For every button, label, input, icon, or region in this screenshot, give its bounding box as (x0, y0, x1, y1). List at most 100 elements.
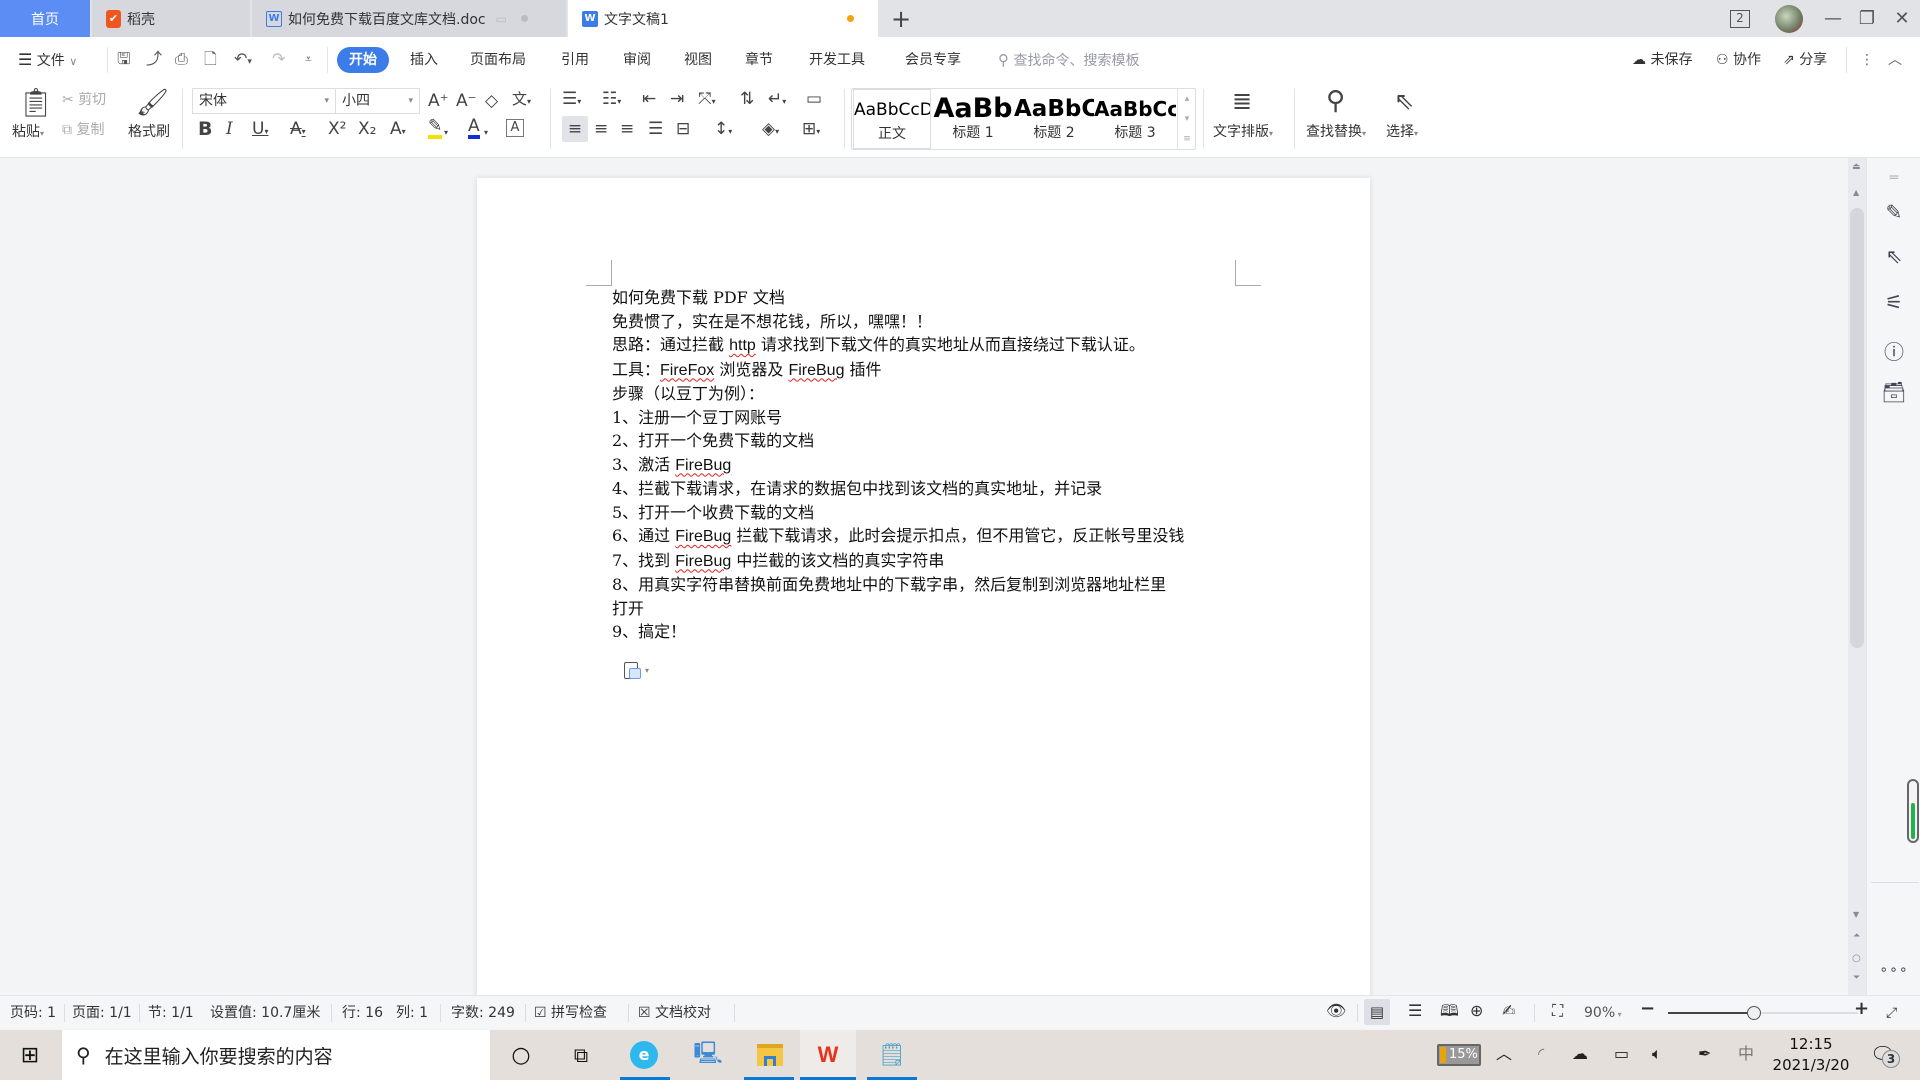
menu-member[interactable]: 会员专享 (905, 47, 961, 73)
font-color-icon[interactable]: A (468, 117, 480, 139)
style-heading-2[interactable]: AaBbC 标题 2 (1014, 89, 1094, 149)
ime-indicator[interactable]: 中 (1738, 1044, 1754, 1064)
misspelled-word[interactable]: FireBug (675, 528, 731, 545)
file-menu[interactable]: ☰ 文件 ∨ (18, 47, 77, 73)
volume-icon[interactable]: 🔈︎ (1652, 1044, 1662, 1064)
status-pages[interactable]: 页面: 1/1 (72, 1005, 132, 1021)
text-direction-icon[interactable]: ⤧▾ (698, 89, 716, 112)
export-icon[interactable]: ⤴ (146, 49, 162, 69)
subscript-icon[interactable]: X₂ (358, 119, 376, 139)
new-tab-button[interactable]: + (888, 0, 914, 37)
paste-button[interactable]: 粘贴▾ (12, 123, 44, 143)
select-browse-object-icon[interactable]: ○ (1852, 953, 1861, 964)
highlight-icon[interactable]: ✎ (428, 117, 443, 139)
tab-active-document[interactable]: W 文字文稿1 (568, 0, 878, 37)
drag-handle-icon[interactable]: ═ (1867, 170, 1920, 186)
font-name-select[interactable]: 宋体 ▾ (192, 88, 336, 114)
numbered-list-icon[interactable]: ☷▾ (602, 89, 621, 112)
decrease-font-icon[interactable]: A⁻ (456, 91, 477, 111)
page-view-icon[interactable]: ▤ (1364, 999, 1390, 1025)
misspelled-word[interactable]: FireBug (788, 362, 844, 379)
text-effect-icon[interactable]: A▾ (390, 119, 406, 142)
paste-options-button[interactable]: ▾ (624, 662, 649, 679)
spell-check-button[interactable]: ☑ 拼写检查 (534, 1005, 607, 1021)
task-view-icon[interactable]: ⧉ (556, 1030, 606, 1080)
archive-box-icon[interactable]: 🗃︎ (1867, 380, 1920, 404)
show-hidden-icons[interactable]: ︿ (1496, 1044, 1512, 1064)
fullscreen-icon[interactable]: ⤢ (1886, 1005, 1897, 1021)
status-row[interactable]: 行: 16 (342, 1005, 383, 1021)
more-menu-icon[interactable]: ⋮ (1860, 47, 1874, 73)
wifi-icon[interactable]: ◜ (1538, 1044, 1544, 1064)
window-switcher-button[interactable]: 2 (1720, 0, 1760, 37)
format-painter-icon[interactable]: 🖌︎ (136, 87, 169, 119)
phonetic-guide-icon[interactable]: 文▾ (512, 89, 531, 112)
scroll-up-icon[interactable]: ▲ (1853, 188, 1859, 197)
misspelled-word[interactable]: FireBug (675, 457, 731, 474)
status-page-number[interactable]: 页码: 1 (10, 1005, 56, 1021)
close-button[interactable]: ✕ (1884, 0, 1920, 37)
menu-home[interactable]: 开始 (337, 47, 389, 73)
this-pc-icon[interactable]: 🖳 (682, 1030, 734, 1080)
misspelled-word[interactable]: FireBug (675, 553, 731, 570)
find-replace-button[interactable]: 查找替换▾ (1306, 123, 1366, 143)
scrollbar-thumb[interactable] (1850, 208, 1864, 648)
web-view-icon[interactable]: ⊕ (1470, 1003, 1483, 1019)
character-border-icon[interactable]: A (506, 119, 524, 137)
scroll-down-icon[interactable]: ▼ (1853, 910, 1859, 919)
clock[interactable]: 12:15 2021/3/20 (1766, 1034, 1856, 1076)
tab-home[interactable]: 首页 (0, 0, 90, 37)
select-cursor-icon[interactable]: ⇖ (1394, 87, 1414, 115)
help-icon[interactable]: ⓘ (1867, 336, 1920, 365)
bullet-list-icon[interactable]: ☰▾ (562, 89, 581, 112)
collapse-ribbon-icon[interactable]: ︿ (1888, 47, 1902, 73)
proofread-button[interactable]: ☒ 文档校对 (638, 1005, 711, 1021)
minimize-button[interactable]: — (1816, 0, 1850, 37)
select-pointer-icon[interactable]: ⇖ (1867, 244, 1920, 268)
vertical-scrollbar[interactable]: ⏏ ▲ ▼ ⏶ ○ ⏷ (1848, 158, 1866, 995)
italic-icon[interactable]: I (226, 119, 233, 139)
select-button[interactable]: 选择▾ (1386, 123, 1418, 143)
menu-references[interactable]: 引用 (561, 47, 589, 73)
taskbar-file-explorer[interactable] (744, 1030, 796, 1080)
paste-icon[interactable]: 📋︎ (18, 87, 54, 119)
align-left-icon[interactable]: ≡ (562, 116, 588, 142)
underline-icon[interactable]: U▾ (252, 119, 268, 142)
unsaved-button[interactable]: ☁ 未保存 (1632, 47, 1692, 73)
find-icon[interactable]: ⚲ (1326, 87, 1345, 115)
copy-button[interactable]: ⧉ 复制 (62, 121, 104, 139)
redo-icon[interactable]: ↷ (272, 49, 285, 69)
style-heading-1[interactable]: AaBb 标题 1 (932, 89, 1014, 149)
font-color-dropdown[interactable]: ▾ (484, 123, 488, 143)
increase-font-icon[interactable]: A⁺ (428, 91, 449, 111)
fit-page-icon[interactable]: ⛶ (1552, 1003, 1563, 1019)
eye-protection-icon[interactable]: 👁︎ (1326, 1003, 1346, 1019)
zoom-in-button[interactable]: + (1854, 1000, 1869, 1018)
zoom-slider[interactable] (1668, 1006, 1858, 1020)
taskbar-wps[interactable]: W (800, 1030, 856, 1080)
menu-chapter[interactable]: 章节 (745, 47, 773, 73)
format-painter-button[interactable]: 格式刷 (128, 123, 170, 141)
write-mode-icon[interactable]: ✍ (1502, 1003, 1515, 1019)
table-ruler-icon[interactable]: ▭ (806, 89, 822, 109)
next-page-icon[interactable]: ⏷ (1853, 973, 1860, 983)
save-icon[interactable]: 🖫 (117, 49, 131, 69)
battery-indicator[interactable]: 15% (1437, 1044, 1481, 1066)
zoom-out-button[interactable]: − (1640, 1000, 1655, 1018)
edit-pen-icon[interactable]: ✎ (1867, 200, 1920, 224)
print-preview-icon[interactable]: 🗋 (204, 49, 217, 69)
status-word-count[interactable]: 字数: 249 (451, 1005, 515, 1021)
more-options-icon[interactable]: ∘∘∘ (1867, 962, 1920, 978)
borders-icon[interactable]: ⊞▾ (802, 119, 820, 142)
cortana-icon[interactable]: ○ (496, 1030, 546, 1080)
document-body[interactable]: 如何免费下载 PDF 文档 免费惯了，实在是不想花钱，所以，嘿嘿！！ 思路：通过… (612, 286, 1232, 644)
line-spacing-icon[interactable]: ↕▾ (714, 119, 732, 142)
adjust-settings-icon[interactable]: ⚟ (1867, 290, 1920, 314)
status-section[interactable]: 节: 1/1 (148, 1005, 194, 1021)
justify-icon[interactable]: ☰ (648, 119, 663, 139)
strikethrough-icon[interactable]: A▾ (290, 119, 306, 142)
customize-toolbar-icon[interactable]: ⩡ (305, 49, 312, 69)
decrease-indent-icon[interactable]: ⇤ (642, 89, 656, 109)
superscript-icon[interactable]: X² (328, 119, 346, 139)
command-search[interactable]: ⚲ 查找命令、搜索模板 (998, 47, 1139, 73)
